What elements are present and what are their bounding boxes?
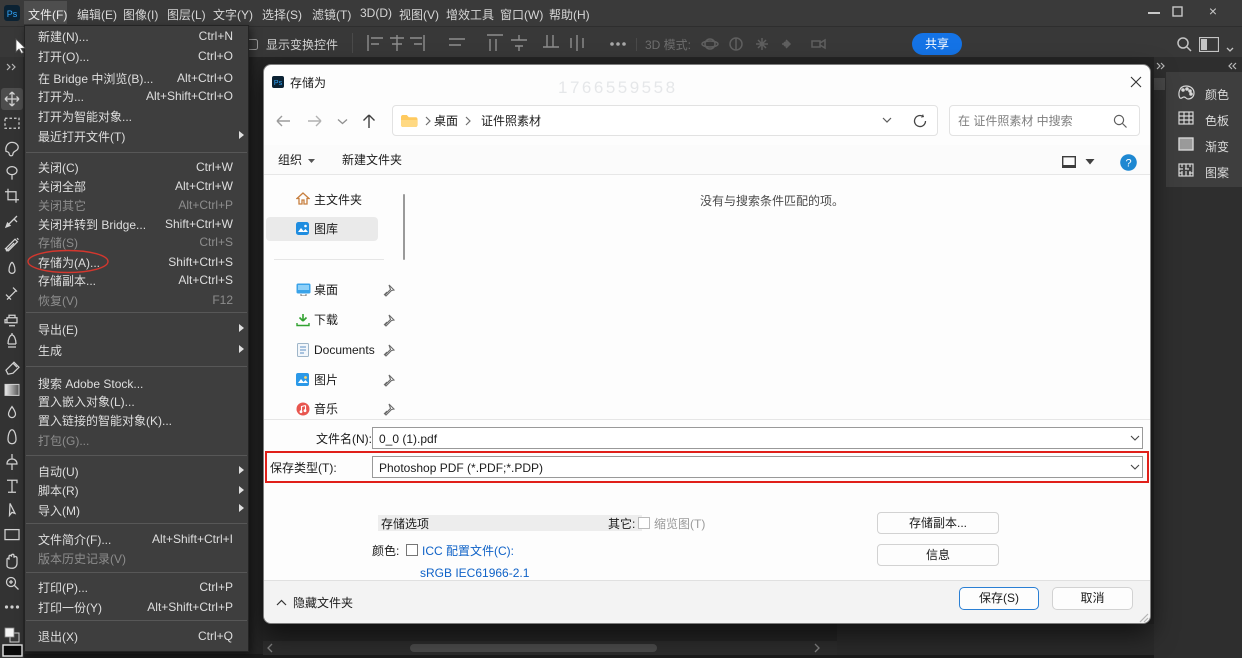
svg-text:Ps: Ps [274,80,283,87]
svg-text:Ps: Ps [7,9,18,19]
svg-text:?: ? [1125,158,1131,170]
